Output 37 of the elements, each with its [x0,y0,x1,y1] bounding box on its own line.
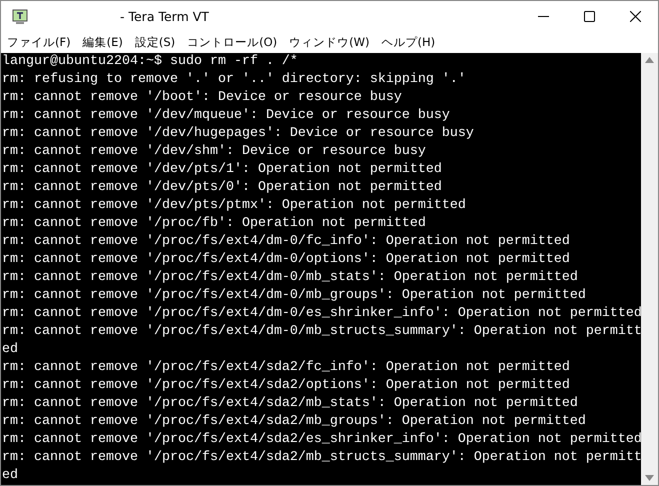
terminal-line: rm: cannot remove '/dev/pts/ptmx': Operation not permitted [2,196,467,215]
terminal-line: rm: cannot remove '/dev/shm': Device or resource busy [2,142,427,161]
scrollbar[interactable] [641,52,658,485]
scroll-down-icon[interactable] [645,475,654,481]
terminal-line: rm: cannot remove '/boot': Device or resource busy [2,88,403,107]
terminal-line: rm: cannot remove '/proc/fs/ext4/sda2/fc_info': Operation not permitted [2,358,571,377]
terminal-line: rm: cannot remove '/proc/fs/ext4/dm-0/fc_info': Operation not permitted [2,232,571,251]
menu-item[interactable]: コントロール(O) [181,34,284,50]
terminal-line: rm: cannot remove '/dev/pts/0': Operation not permitted [2,178,443,197]
terminal-line: rm: cannot remove '/proc/fs/ext4/dm-0/options': Operation not permitted [2,250,571,269]
terminal-line: rm: cannot remove '/dev/mqueue': Device or resource busy [2,106,451,125]
terminal-line: rm: refusing to remove '.' or '..' directory: skipping '.' [2,70,467,89]
terminal-line: rm: cannot remove '/dev/hugepages': Device or resource busy [2,124,475,143]
window-title: - Tera Term VT [120,9,210,24]
terminal-line: rm: cannot remove '/proc/fs/ext4/dm-0/mb_stats': Operation not permitted [2,268,579,287]
terminal-line: ed [2,466,19,485]
menu-item[interactable]: ヘルプ(H) [376,34,442,50]
terminal-line: ed [2,340,19,359]
menu-item[interactable]: ファイル(F) [1,34,77,50]
menu-item[interactable]: ウィンドウ(W) [283,34,376,50]
terminal-line: langur@ubuntu2204:~$ sudo rm -rf . /* [2,52,299,71]
maximize-icon [584,11,594,22]
app-icon [12,8,28,24]
terminal-line: rm: cannot remove '/proc/fs/ext4/dm-0/mb_groups': Operation not permitted [2,286,587,305]
terminal-line: rm: cannot remove '/proc/fs/ext4/sda2/mb_groups': Operation not permitted [2,412,587,431]
terminal-line: rm: cannot remove '/proc/fb': Operation not permitted [2,214,427,233]
menu-item[interactable]: 編集(E) [76,34,129,50]
close-icon [630,11,640,22]
terminal-line: rm: cannot remove '/proc/fs/ext4/sda2/mb_stats': Operation not permitted [2,394,579,413]
menu-item[interactable]: 設定(S) [128,34,182,50]
terminal-line: rm: cannot remove '/proc/fs/ext4/sda2/mb_structs_summary': Operation not permitt [2,448,642,467]
scroll-up-icon[interactable] [645,56,654,63]
terminal-line: rm: cannot remove '/proc/fs/ext4/dm-0/es_shrinker_info': Operation not permitted [2,304,642,323]
terminal-line: rm: cannot remove '/proc/fs/ext4/sda2/es_shrinker_info': Operation not permitted [2,430,642,449]
terminal-line: rm: cannot remove '/proc/fs/ext4/sda2/options': Operation not permitted [2,376,571,395]
terminal-line: rm: cannot remove '/dev/pts/1': Operation not permitted [2,160,443,179]
terminal-line: rm: cannot remove '/proc/fs/ext4/dm-0/mb_structs_summary': Operation not permitt [2,322,642,341]
